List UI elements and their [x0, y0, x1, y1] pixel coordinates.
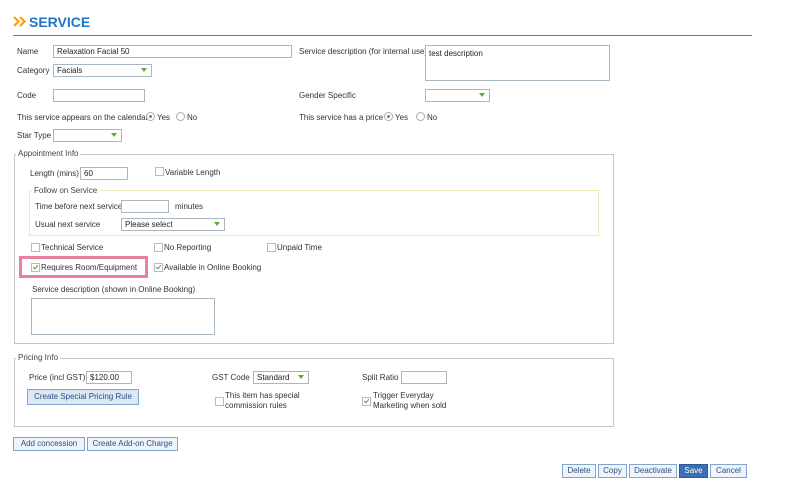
- time-before-input[interactable]: [121, 200, 169, 213]
- price-no-radio[interactable]: [416, 112, 425, 121]
- name-label: Name: [17, 47, 39, 56]
- usual-next-select-value: Please select: [125, 220, 173, 229]
- length-input[interactable]: 60: [80, 167, 128, 180]
- price-input[interactable]: $120.00: [86, 371, 132, 384]
- gender-label: Gender Specific: [299, 91, 356, 100]
- header-divider: [13, 35, 752, 36]
- chevron-down-icon: [141, 68, 147, 72]
- trigger-marketing-checkbox[interactable]: [362, 397, 371, 406]
- category-label: Category: [17, 66, 50, 75]
- description-textarea[interactable]: test description: [425, 45, 610, 81]
- deactivate-button[interactable]: Deactivate: [629, 464, 677, 478]
- check-icon: [155, 263, 162, 270]
- split-ratio-input[interactable]: [401, 371, 447, 384]
- online-booking-label: Available in Online Booking: [164, 263, 262, 272]
- variable-length-checkbox[interactable]: [155, 167, 164, 176]
- delete-button[interactable]: Delete: [562, 464, 596, 478]
- gst-code-label: GST Code: [212, 373, 250, 382]
- follow-on-fieldset: [29, 190, 599, 236]
- gst-code-select-value: Standard: [257, 373, 290, 382]
- code-input[interactable]: [53, 89, 145, 102]
- create-addon-button[interactable]: Create Add-on Charge: [87, 437, 178, 451]
- usual-next-label: Usual next service: [35, 220, 101, 229]
- trigger-marketing-label: Trigger Everyday Marketing when sold: [373, 391, 447, 410]
- time-before-label: Time before next service: [35, 202, 123, 211]
- no-reporting-checkbox[interactable]: [154, 243, 163, 252]
- appointment-info-legend: Appointment Info: [16, 149, 81, 158]
- gst-code-select[interactable]: Standard: [253, 371, 309, 384]
- variable-length-label: Variable Length: [165, 168, 221, 177]
- pricing-info-legend: Pricing Info: [16, 353, 61, 362]
- calendar-yes-label: Yes: [157, 113, 171, 122]
- price-no-label: No: [427, 113, 438, 122]
- chevron-down-icon: [214, 222, 220, 226]
- gender-select[interactable]: [425, 89, 490, 102]
- price-yes-radio[interactable]: [384, 112, 393, 121]
- check-icon: [363, 397, 370, 404]
- minutes-label: minutes: [175, 202, 204, 211]
- add-concession-button[interactable]: Add concession: [13, 437, 85, 451]
- calendar-no-label: No: [187, 113, 198, 122]
- description-label: Service description (for internal use): [299, 47, 428, 56]
- requires-room-label: Requires Room/Equipment: [41, 263, 138, 272]
- online-booking-checkbox[interactable]: [154, 263, 163, 272]
- calendar-label: This service appears on the calendar: [17, 113, 149, 122]
- length-label: Length (mins): [30, 169, 79, 178]
- chevron-down-icon: [298, 375, 304, 379]
- copy-button[interactable]: Copy: [598, 464, 627, 478]
- double-chevron-icon: [13, 16, 27, 27]
- price-yes-label: Yes: [395, 113, 409, 122]
- calendar-yes-radio[interactable]: [146, 112, 155, 121]
- check-icon: [32, 263, 39, 270]
- requires-room-checkbox[interactable]: [31, 263, 40, 272]
- split-ratio-label: Split Ratio: [362, 373, 399, 382]
- usual-next-select[interactable]: Please select: [121, 218, 225, 231]
- special-commission-checkbox[interactable]: [215, 397, 224, 406]
- online-description-label: Service description (shown in Online Boo…: [32, 285, 196, 294]
- price-label: Price (incl GST): [29, 373, 86, 382]
- page-title: SERVICE: [29, 14, 91, 30]
- unpaid-time-label: Unpaid Time: [277, 243, 322, 252]
- chevron-down-icon: [111, 133, 117, 137]
- no-reporting-label: No Reporting: [164, 243, 212, 252]
- technical-service-checkbox[interactable]: [31, 243, 40, 252]
- special-pricing-rule-button[interactable]: Create Special Pricing Rule: [27, 389, 139, 405]
- unpaid-time-checkbox[interactable]: [267, 243, 276, 252]
- star-type-select[interactable]: [53, 129, 122, 142]
- special-commission-label: This item has special commission rules: [225, 391, 300, 410]
- name-input[interactable]: Relaxation Facial 50: [53, 45, 292, 58]
- calendar-no-radio[interactable]: [176, 112, 185, 121]
- category-select-value: Facials: [57, 66, 83, 75]
- category-select[interactable]: Facials: [53, 64, 152, 77]
- chevron-down-icon: [479, 93, 485, 97]
- save-button[interactable]: Save: [679, 464, 708, 478]
- online-description-textarea[interactable]: [31, 298, 215, 335]
- code-label: Code: [17, 91, 37, 100]
- star-type-label: Star Type: [17, 131, 52, 140]
- technical-service-label: Technical Service: [41, 243, 104, 252]
- price-flag-label: This service has a price: [299, 113, 384, 122]
- cancel-button[interactable]: Cancel: [710, 464, 747, 478]
- follow-on-legend: Follow on Service: [32, 186, 100, 195]
